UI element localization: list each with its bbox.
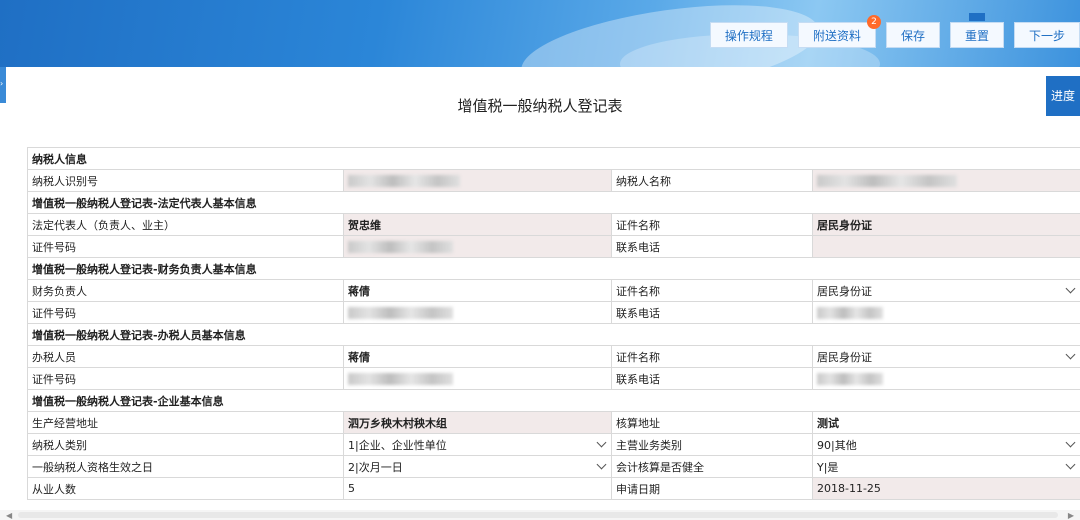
section-header: 增值税一般纳税人登记表-企业基本信息 bbox=[27, 389, 1080, 412]
horizontal-scrollbar[interactable]: ◀ ▶ bbox=[0, 510, 1080, 520]
finance-phone-input[interactable] bbox=[812, 301, 1080, 324]
table-row: 办税人员 蒋倩 证件名称 居民身份证 bbox=[27, 345, 1080, 368]
chevron-down-icon bbox=[1065, 283, 1076, 294]
legal-phone-field bbox=[812, 235, 1080, 258]
section-header: 增值税一般纳税人登记表-财务负责人基本信息 bbox=[27, 257, 1080, 280]
table-row: 纳税人识别号 纳税人名称 bbox=[27, 169, 1080, 192]
registration-form: 纳税人信息 纳税人识别号 纳税人名称 增值税一般纳税人登记表-法定代表人基本信息… bbox=[27, 147, 1080, 513]
taxpayer-type-select[interactable]: 1|企业、企业性单位 bbox=[343, 433, 612, 456]
table-row: 从业人数 5 申请日期 2018-11-25 bbox=[27, 477, 1080, 500]
table-row: 财务负责人 蒋倩 证件名称 居民身份证 bbox=[27, 279, 1080, 302]
table-row: 法定代表人（负责人、业主） 贺忠维 证件名称 居民身份证 bbox=[27, 213, 1080, 236]
header-banner: 操作规程 附送资料 2 保存 重置 下一步 bbox=[0, 0, 1080, 67]
table-row: 证件号码 联系电话 bbox=[27, 235, 1080, 258]
redacted-value bbox=[348, 373, 453, 385]
chevron-down-icon bbox=[1065, 437, 1076, 448]
apply-date-field: 2018-11-25 bbox=[812, 477, 1080, 500]
handler-person-input[interactable]: 蒋倩 bbox=[343, 345, 612, 368]
taxpayer-name-field bbox=[812, 169, 1080, 192]
handler-cert-name-select[interactable]: 居民身份证 bbox=[812, 345, 1080, 368]
redacted-value bbox=[348, 307, 453, 319]
redacted-value bbox=[817, 307, 883, 319]
table-row: 纳税人类别 1|企业、企业性单位 主营业务类别 90|其他 bbox=[27, 433, 1080, 456]
business-address-field: 泗万乡秧木村秧木组 bbox=[343, 411, 612, 434]
table-row: 一般纳税人资格生效之日 2|次月一日 会计核算是否健全 Y|是 bbox=[27, 455, 1080, 478]
reset-button[interactable]: 重置 bbox=[949, 13, 1004, 48]
toolbar: 操作规程 附送资料 2 保存 重置 下一步 bbox=[700, 13, 1080, 48]
save-button[interactable]: 保存 bbox=[885, 22, 940, 48]
chevron-down-icon bbox=[1065, 349, 1076, 360]
chevron-down-icon bbox=[1065, 459, 1076, 470]
finance-cert-no-input[interactable] bbox=[343, 301, 612, 324]
employees-input[interactable]: 5 bbox=[343, 477, 612, 500]
main-business-select[interactable]: 90|其他 bbox=[812, 433, 1080, 456]
taxpayer-id-field bbox=[343, 169, 612, 192]
attachments-count-badge: 2 bbox=[866, 15, 881, 29]
accounting-address-input[interactable]: 测试 bbox=[812, 411, 1080, 434]
next-step-button[interactable]: 下一步 bbox=[1013, 22, 1080, 48]
operation-rules-button[interactable]: 操作规程 bbox=[709, 22, 788, 48]
legal-person-field: 贺忠维 bbox=[343, 213, 612, 236]
chevron-down-icon bbox=[596, 437, 607, 448]
handler-cert-no-input[interactable] bbox=[343, 367, 612, 390]
section-header: 增值税一般纳税人登记表-办税人员基本信息 bbox=[27, 323, 1080, 346]
scroll-left-icon[interactable]: ◀ bbox=[6, 511, 12, 520]
redacted-value bbox=[817, 373, 883, 385]
finance-cert-name-select[interactable]: 居民身份证 bbox=[812, 279, 1080, 302]
table-row: 证件号码 联系电话 bbox=[27, 301, 1080, 324]
finance-person-input[interactable]: 蒋倩 bbox=[343, 279, 612, 302]
accounting-sound-select[interactable]: Y|是 bbox=[812, 455, 1080, 478]
handler-phone-input[interactable] bbox=[812, 367, 1080, 390]
redacted-value bbox=[817, 175, 957, 187]
section-header: 增值税一般纳税人登记表-法定代表人基本信息 bbox=[27, 191, 1080, 214]
table-row: 证件号码 联系电话 bbox=[27, 367, 1080, 390]
redacted-value bbox=[348, 175, 460, 187]
legal-cert-name-field: 居民身份证 bbox=[812, 213, 1080, 236]
scrollbar-thumb[interactable] bbox=[18, 512, 1058, 518]
legal-cert-no-field bbox=[343, 235, 612, 258]
page-title: 增值税一般纳税人登记表 bbox=[457, 97, 623, 115]
attachments-button[interactable]: 附送资料 2 bbox=[797, 15, 881, 48]
section-header: 纳税人信息 bbox=[27, 147, 1080, 170]
table-row: 生产经营地址 泗万乡秧木村秧木组 核算地址 测试 bbox=[27, 411, 1080, 434]
chevron-down-icon bbox=[596, 459, 607, 470]
chevron-right-icon: › bbox=[0, 79, 4, 88]
redacted-value bbox=[348, 241, 453, 253]
scroll-right-icon[interactable]: ▶ bbox=[1068, 511, 1074, 520]
effective-date-select[interactable]: 2|次月一日 bbox=[343, 455, 612, 478]
